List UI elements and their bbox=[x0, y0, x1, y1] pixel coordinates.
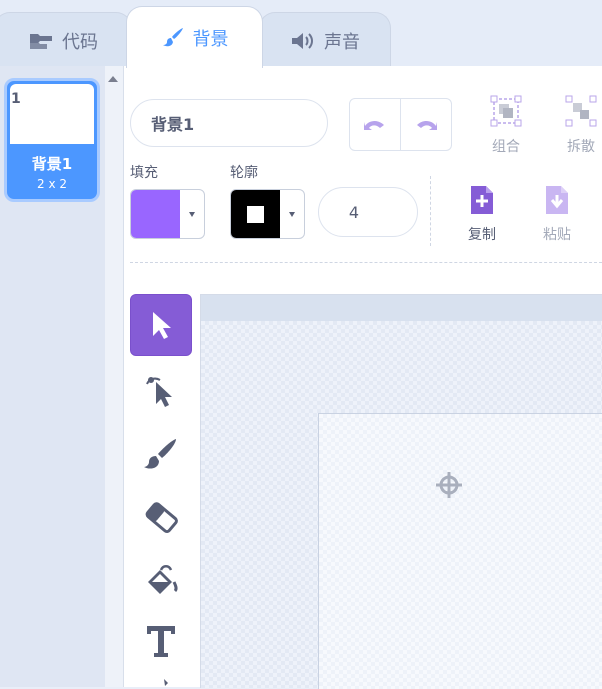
fill-tool[interactable] bbox=[130, 550, 192, 612]
arrow-cursor-icon bbox=[153, 312, 171, 339]
redo-button[interactable] bbox=[401, 99, 451, 150]
fill-color-swatch bbox=[131, 190, 180, 238]
editor-tab-bar: 代码 背景 声音 bbox=[0, 0, 602, 68]
chevron-down-icon bbox=[180, 190, 204, 238]
backdrop-thumbnail-image bbox=[10, 84, 94, 144]
speaker-icon bbox=[290, 31, 316, 51]
tab-backdrops[interactable]: 背景 bbox=[126, 6, 263, 68]
backdrop-list-scrollbar[interactable] bbox=[105, 66, 124, 687]
backdrop-number: 1 bbox=[11, 91, 21, 107]
group-button[interactable]: 组合 bbox=[476, 94, 536, 156]
backdrop-name: 背景1 bbox=[31, 155, 73, 173]
line-icon bbox=[164, 679, 168, 686]
fill-label: 填充 bbox=[130, 165, 158, 181]
text-t-icon bbox=[147, 626, 175, 657]
canvas-drawing-area[interactable] bbox=[318, 413, 602, 689]
copy-label: 复制 bbox=[468, 227, 496, 243]
paintbrush-icon bbox=[161, 26, 185, 50]
tab-code-label: 代码 bbox=[62, 31, 98, 53]
chevron-down-icon bbox=[280, 190, 304, 238]
toolbar-divider bbox=[430, 176, 431, 246]
ungroup-label: 拆散 bbox=[567, 139, 595, 155]
outline-label: 轮廓 bbox=[230, 165, 258, 181]
canvas-top-band bbox=[201, 295, 602, 321]
group-icon bbox=[490, 95, 522, 127]
fill-color-picker[interactable] bbox=[130, 189, 205, 239]
backdrop-thumbnail-1[interactable]: 1 背景1 2 x 2 bbox=[4, 78, 100, 202]
tab-sounds[interactable]: 声音 bbox=[259, 12, 391, 68]
paste-button[interactable]: 粘贴 bbox=[527, 184, 587, 244]
paint-canvas[interactable] bbox=[200, 294, 602, 689]
paint-editor: 组合 拆散 填充 轮廓 复制 粘贴 bbox=[124, 66, 602, 689]
costume-name-input[interactable] bbox=[130, 99, 328, 147]
stroke-width-input[interactable] bbox=[318, 187, 418, 237]
copy-button[interactable]: 复制 bbox=[452, 184, 512, 244]
code-blocks-icon bbox=[28, 32, 54, 50]
text-tool[interactable] bbox=[130, 610, 192, 672]
reshape-tool[interactable] bbox=[130, 358, 192, 420]
undo-redo-group bbox=[349, 98, 452, 151]
line-tool-partial[interactable] bbox=[154, 678, 168, 687]
scroll-up-arrow-icon[interactable] bbox=[108, 76, 118, 82]
ungroup-button[interactable]: 拆散 bbox=[551, 94, 602, 156]
reshape-cursor-icon bbox=[146, 377, 172, 407]
select-tool[interactable] bbox=[130, 294, 192, 356]
undo-button[interactable] bbox=[350, 99, 401, 150]
paste-label: 粘贴 bbox=[543, 227, 571, 243]
paste-icon bbox=[546, 186, 568, 214]
group-label: 组合 bbox=[492, 139, 520, 155]
tab-backdrops-label: 背景 bbox=[192, 28, 229, 50]
copy-icon bbox=[471, 186, 493, 214]
toolbar-bottom-divider bbox=[130, 262, 602, 263]
tab-code[interactable]: 代码 bbox=[0, 12, 132, 68]
canvas-center-crosshair-icon bbox=[436, 472, 462, 498]
outline-color-swatch bbox=[231, 190, 280, 238]
ungroup-icon bbox=[565, 95, 597, 127]
backdrop-size: 2 x 2 bbox=[37, 177, 67, 191]
paint-bucket-icon bbox=[148, 565, 178, 594]
tab-sounds-label: 声音 bbox=[324, 31, 360, 53]
redo-icon bbox=[417, 120, 437, 130]
eraser-tool[interactable] bbox=[130, 486, 192, 548]
brush-tool[interactable] bbox=[130, 424, 192, 486]
undo-icon bbox=[364, 120, 384, 130]
eraser-icon bbox=[145, 502, 178, 534]
outline-color-picker[interactable] bbox=[230, 189, 305, 239]
brush-icon bbox=[144, 439, 176, 469]
